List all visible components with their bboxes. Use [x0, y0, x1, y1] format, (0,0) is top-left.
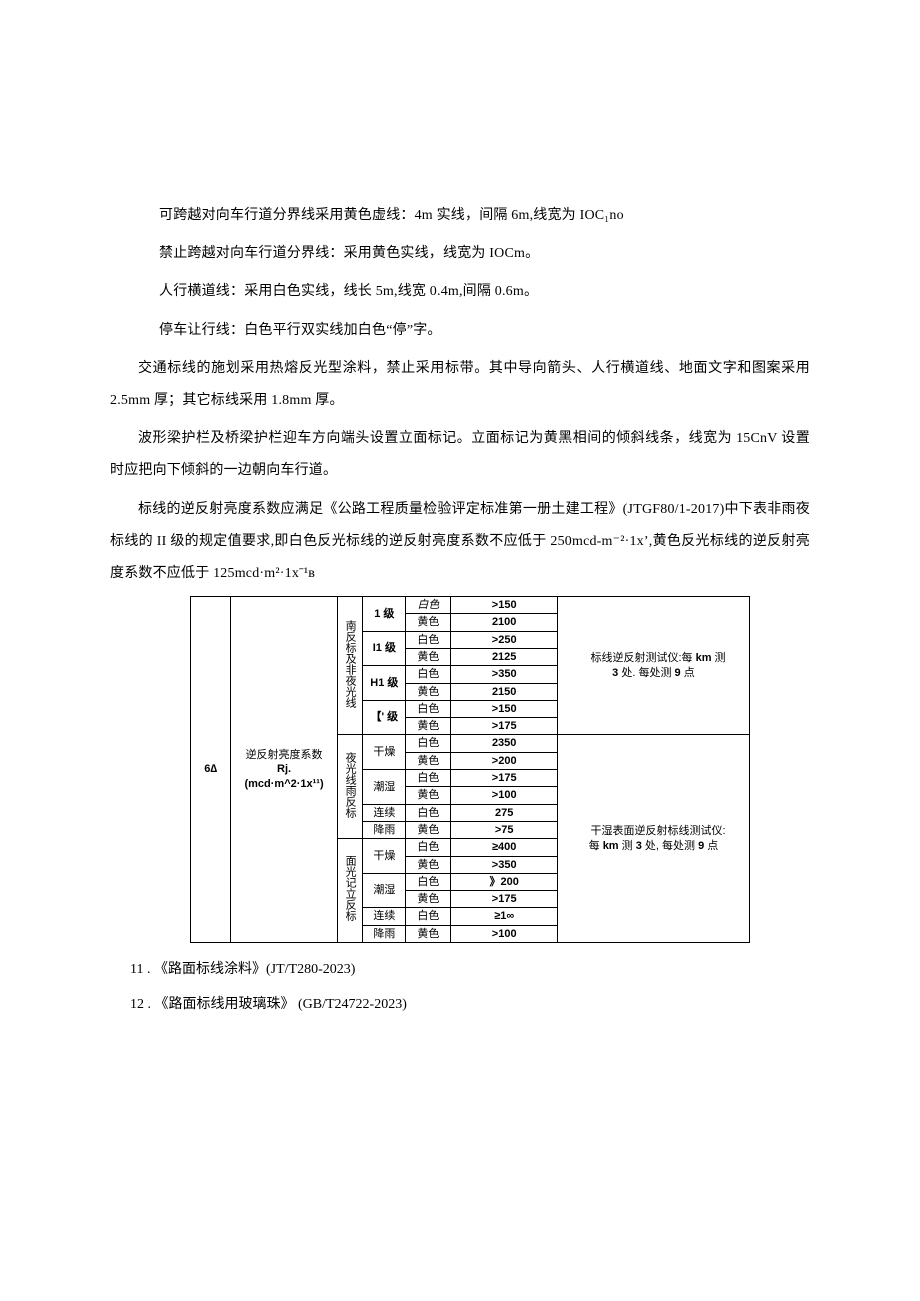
g3-v1: ≥400 [451, 839, 557, 856]
note2: 干湿表面逆反射标线测试仪:每 km 测 3 处, 每处测 9 点 [557, 735, 749, 943]
param-line2: Rj. [234, 762, 333, 776]
g1-l1-v2: 2100 [451, 614, 557, 631]
group1-title: 南反标及非夜光线 [337, 597, 363, 735]
g2-c5: 白色 [406, 804, 451, 821]
g3-c4: 黄色 [406, 891, 451, 908]
level-4: 【' 级 [363, 700, 406, 735]
g3-cond2: 潮湿 [363, 873, 406, 908]
g1-l2-v2: 2125 [451, 648, 557, 665]
g2-c6: 黄色 [406, 821, 451, 838]
g3-v6: >100 [451, 925, 557, 942]
g2-c2: 黄色 [406, 752, 451, 769]
param-line1: 逆反射亮度系数 [234, 748, 333, 762]
paragraph-5: 交通标线的施划采用热熔反光型涂料，禁止采用标带。其中导向箭头、人行横道线、地面文… [110, 353, 810, 417]
g1-l4-c1: 白色 [406, 700, 451, 717]
g2-c1: 白色 [406, 735, 451, 752]
g3-c3: 白色 [406, 873, 451, 890]
g3-cond4: 降雨 [363, 925, 406, 942]
g1-l2-v1: >250 [451, 631, 557, 648]
paragraph-4: 停车让行线：白色平行双实线加白色“停”字。 [110, 315, 810, 347]
g3-v5: ≥1∞ [451, 908, 557, 925]
level-3: H1 级 [363, 666, 406, 701]
g1-l3-c1: 白色 [406, 666, 451, 683]
paragraph-3: 人行横道线：采用白色实线，线长 5m,线宽 0.4m,间隔 0.6m。 [110, 276, 810, 308]
g3-c1: 白色 [406, 839, 451, 856]
g1-l3-v2: 2150 [451, 683, 557, 700]
g2-c4: 黄色 [406, 787, 451, 804]
g2-cond4: 降雨 [363, 821, 406, 838]
group3-title: 面光记立反标 [337, 839, 363, 943]
g3-v4: >175 [451, 891, 557, 908]
g1-l4-v2: >175 [451, 718, 557, 735]
paragraph-2: 禁止跨越对向车行道分界线：采用黄色实线，线宽为 IOCm。 [110, 238, 810, 270]
spec-table: 6∆ 逆反射亮度系数 Rj. (mcd·m^2·1x¹¹) 南反标及非夜光线 1… [190, 596, 750, 943]
g3-c2: 黄色 [406, 856, 451, 873]
g1-l1-c2: 黄色 [406, 614, 451, 631]
g3-cond1: 干燥 [363, 839, 406, 874]
g1-l3-c2: 黄色 [406, 683, 451, 700]
g3-c5: 白色 [406, 908, 451, 925]
param-cell: 逆反射亮度系数 Rj. (mcd·m^2·1x¹¹) [231, 597, 337, 943]
paragraph-1: 可跨越对向车行道分界线采用黄色虚线：4m 实线，间隔 6m,线宽为 IOC₁no [110, 200, 810, 232]
g2-cond1: 干燥 [363, 735, 406, 770]
g1-l4-v1: >150 [451, 700, 557, 717]
g2-v6: >75 [451, 821, 557, 838]
level-2: I1 级 [363, 631, 406, 666]
paragraph-6: 波形梁护栏及桥梁护栏迎车方向端头设置立面标记。立面标记为黄黑相间的倾斜线条，线宽… [110, 423, 810, 487]
group2-title: 夜光线雨反标 [337, 735, 363, 839]
g2-v3: >175 [451, 770, 557, 787]
g3-c6: 黄色 [406, 925, 451, 942]
document-page: 可跨越对向车行道分界线采用黄色虚线：4m 实线，间隔 6m,线宽为 IOC₁no… [0, 0, 920, 1301]
g1-l3-v1: >350 [451, 666, 557, 683]
reference-11: 11 . 《路面标线涂料》(JT/T280-2023) [130, 955, 810, 986]
g2-c3: 白色 [406, 770, 451, 787]
g3-v2: >350 [451, 856, 557, 873]
note1: 标线逆反射测试仪:每 km 测3 处. 每处测 9 点 [557, 597, 749, 735]
g2-v1: 2350 [451, 735, 557, 752]
row-index: 6∆ [191, 597, 231, 943]
param-line3: (mcd·m^2·1x¹¹) [234, 777, 333, 791]
g2-v4: >100 [451, 787, 557, 804]
g1-l2-c2: 黄色 [406, 648, 451, 665]
paragraph-7: 标线的逆反射亮度系数应满足《公路工程质量检验评定标准第一册土建工程》(JTGF8… [110, 494, 810, 591]
reference-12: 12 . 《路面标线用玻璃珠》 (GB/T24722-2023) [130, 990, 810, 1021]
g3-v3: 》200 [451, 873, 557, 890]
g1-l1-v1: >150 [451, 597, 557, 614]
g1-l1-c1: 白色 [406, 597, 451, 614]
g2-cond3: 连续 [363, 804, 406, 821]
g3-cond3: 连续 [363, 908, 406, 925]
g2-v5: 275 [451, 804, 557, 821]
g1-l4-c2: 黄色 [406, 718, 451, 735]
level-1: 1 级 [363, 597, 406, 632]
g2-v2: >200 [451, 752, 557, 769]
g2-cond2: 潮湿 [363, 770, 406, 805]
g1-l2-c1: 白色 [406, 631, 451, 648]
